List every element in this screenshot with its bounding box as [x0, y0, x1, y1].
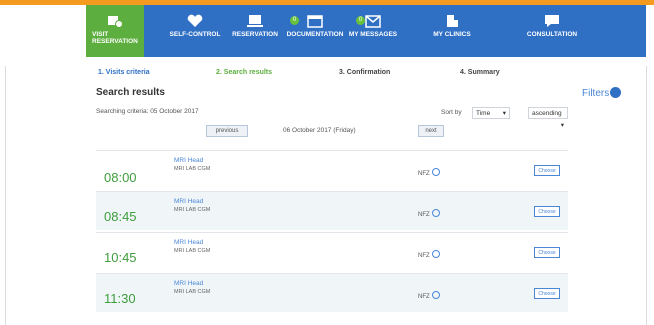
results-list: 08:00 MRI Head MRI LAB CGM NFZ Choose 08… [96, 150, 568, 314]
current-date-label: 06 October 2017 (Friday) [283, 127, 356, 134]
lab-name: MRI LAB CGM [174, 248, 211, 254]
payer-text: NFZ [418, 294, 430, 300]
nav-label: MY MESSAGES [348, 31, 398, 38]
choose-button[interactable]: Choose [534, 288, 560, 299]
messages-badge: 0 [356, 16, 365, 25]
progress-steps: 1. Visits criteria 2. Search results 3. … [86, 66, 646, 82]
chevron-down-icon: ▾ [560, 122, 564, 129]
content-right-border [646, 66, 647, 325]
choose-button[interactable]: Choose [534, 247, 560, 258]
main-navigation: VISIT RESERVATION SELF-CONTROL RESERVATI… [86, 5, 646, 57]
chat-icon [545, 15, 559, 27]
calendar-plus-icon [108, 16, 123, 28]
lab-name: MRI LAB CGM [174, 289, 211, 295]
nav-label: DOCUMENTATION [286, 31, 344, 38]
chevron-down-icon: ▾ [502, 110, 506, 117]
info-icon[interactable] [432, 209, 441, 217]
documentation-badge: 0 [290, 16, 299, 25]
nav-label: RESERVATION [232, 31, 278, 38]
step-search-results: 2. Search results [216, 69, 273, 76]
building-icon [447, 15, 458, 27]
nav-label: MY CLINICS [433, 31, 471, 38]
choose-button[interactable]: Choose [534, 165, 560, 176]
nav-documentation[interactable]: DOCUMENTATION [284, 5, 346, 57]
slot-time: 08:00 [104, 170, 137, 185]
service-name-link[interactable]: MRI Head [174, 198, 203, 205]
nav-self-control[interactable]: SELF-CONTROL [164, 5, 226, 57]
result-row: 08:45 MRI Head MRI LAB CGM NFZ Choose [96, 191, 568, 230]
heart-monitor-icon [187, 14, 203, 27]
slot-time: 10:45 [104, 250, 137, 265]
payer-label: NFZ [418, 291, 441, 300]
filter-icon [610, 87, 622, 98]
nav-label: VISIT RESERVATION [92, 31, 138, 45]
payer-label: NFZ [418, 168, 441, 177]
lab-name: MRI LAB CGM [174, 207, 211, 213]
info-icon[interactable] [432, 250, 441, 258]
nav-visit-reservation[interactable]: VISIT RESERVATION [86, 5, 144, 57]
slot-time: 11:30 [104, 291, 136, 306]
next-day-button[interactable]: next [418, 125, 444, 137]
result-row: 11:30 MRI Head MRI LAB CGM NFZ Choose [96, 273, 568, 312]
search-criteria-text: Searching criteria: 05 October 2017 [96, 108, 199, 115]
service-name-link[interactable]: MRI Head [174, 157, 203, 164]
payer-text: NFZ [418, 212, 430, 218]
nav-label: CONSULTATION [526, 31, 578, 38]
step-visits-criteria[interactable]: 1. Visits criteria [98, 69, 150, 76]
filters-button[interactable]: Filters [582, 87, 622, 99]
nav-my-messages[interactable]: MY MESSAGES [348, 5, 398, 57]
folder-icon [307, 15, 323, 28]
content-left-border [5, 66, 6, 325]
slot-time: 08:45 [104, 209, 137, 224]
payer-text: NFZ [418, 253, 430, 259]
reservation-icon [247, 15, 263, 27]
sort-field-select[interactable]: Time ▾ [472, 107, 510, 119]
lab-name: MRI LAB CGM [174, 166, 211, 172]
info-icon[interactable] [432, 291, 441, 299]
sort-by-label: Sort by [441, 109, 462, 116]
sort-order-select[interactable]: ascending ▾ [528, 107, 568, 129]
nav-consultation[interactable]: CONSULTATION [520, 5, 584, 57]
result-row: 08:00 MRI Head MRI LAB CGM NFZ Choose [96, 150, 568, 189]
payer-label: NFZ [418, 250, 441, 259]
service-name-link[interactable]: MRI Head [174, 280, 203, 287]
page-title: Search results [96, 87, 165, 98]
choose-button[interactable]: Choose [534, 206, 560, 217]
service-name-link[interactable]: MRI Head [174, 239, 203, 246]
step-summary: 4. Summary [460, 69, 500, 76]
envelope-icon [365, 15, 381, 28]
filters-label: Filters [582, 88, 610, 99]
payer-text: NFZ [418, 171, 430, 177]
sort-order-value: ascending [532, 110, 562, 117]
previous-day-button[interactable]: previous [206, 125, 248, 137]
nav-label: SELF-CONTROL [169, 31, 221, 38]
result-row: 10:45 MRI Head MRI LAB CGM NFZ Choose [96, 232, 568, 271]
info-icon[interactable] [432, 168, 441, 176]
nav-my-clinics[interactable]: MY CLINICS [424, 5, 480, 57]
nav-reservation[interactable]: RESERVATION [230, 5, 280, 57]
payer-label: NFZ [418, 209, 441, 218]
sort-field-value: Time [476, 110, 491, 117]
step-confirmation: 3. Confirmation [339, 69, 391, 76]
